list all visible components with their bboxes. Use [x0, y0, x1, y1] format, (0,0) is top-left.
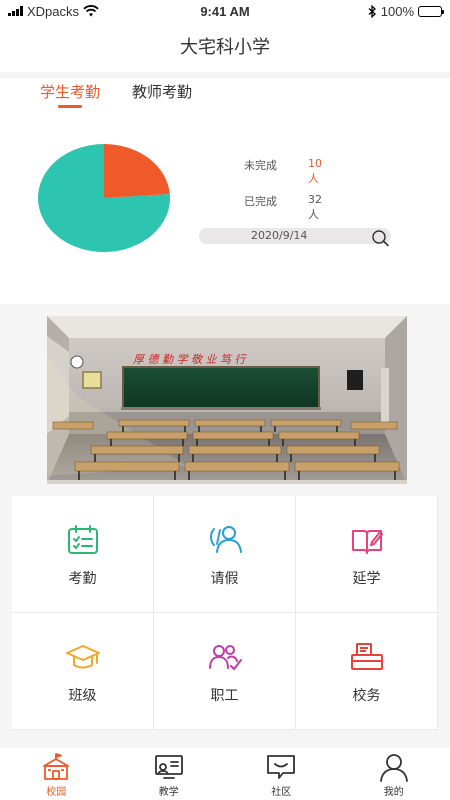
staff-icon	[208, 645, 242, 670]
tab-teacher-attendance[interactable]: 教师考勤	[132, 80, 192, 108]
menu-item-label: 延学	[352, 571, 381, 587]
menu-item-staff[interactable]: 职工	[154, 613, 295, 729]
attendance-icon	[67, 525, 98, 554]
tab-student-attendance[interactable]: 学生考勤	[40, 80, 100, 108]
tabbar-item-profile[interactable]: 我的	[338, 748, 450, 800]
tabbar-label: 我的	[383, 787, 404, 798]
stat-complete-label: 已完成	[244, 195, 277, 208]
bottom-tab-bar: 校园 教学 社区 我的	[0, 748, 450, 800]
attendance-panel: 学生考勤 教师考勤 未完成 10人 已完成 32人 2020/9/14	[0, 78, 450, 304]
page-title: 大宅科小学	[0, 22, 450, 72]
stat-complete-value: 32人	[308, 193, 322, 221]
menu-item-label: 校务	[352, 688, 381, 704]
tabbar-label: 教学	[158, 787, 179, 798]
search-icon[interactable]	[370, 229, 390, 247]
menu-item-label: 职工	[210, 688, 239, 704]
status-time: 9:41 AM	[200, 3, 250, 19]
menu-item-school-affairs[interactable]: 校务	[296, 613, 437, 729]
menu-item-class[interactable]: 班级	[12, 613, 153, 729]
class-icon	[65, 645, 100, 669]
tabbar-label: 校园	[46, 787, 67, 798]
carrier-name: XDpacks	[27, 3, 80, 19]
battery-icon	[418, 5, 444, 17]
leave-icon	[209, 526, 242, 553]
classroom-illustration: 厚 德 勤 学 敬 业 笃 行	[47, 316, 407, 484]
bluetooth-icon	[368, 4, 376, 18]
wifi-icon	[83, 5, 99, 17]
stat-incomplete: 未完成 10人	[244, 157, 322, 185]
tabbar-item-campus[interactable]: 校园	[0, 748, 113, 800]
status-bar: XDpacks 9:41 AM 100%	[0, 0, 450, 22]
profile-icon	[379, 754, 408, 782]
menu-item-label: 班级	[68, 688, 97, 704]
status-right: 100%	[292, 3, 444, 19]
attendance-tabs: 学生考勤 教师考勤	[40, 80, 192, 108]
status-left: XDpacks	[8, 4, 158, 19]
signal-icon	[8, 6, 23, 16]
teaching-icon	[154, 755, 183, 779]
pie-slice-incomplete	[104, 144, 170, 198]
menu-item-extended-study[interactable]: 延学	[296, 496, 437, 612]
extended-study-icon	[351, 530, 383, 554]
svg-text:厚 德 勤 学 敬 业 笃 行: 厚 德 勤 学 敬 业 笃 行	[133, 353, 247, 366]
menu-item-leave[interactable]: 请假	[154, 496, 295, 612]
stat-complete: 已完成 32人	[244, 193, 322, 221]
menu-item-attendance[interactable]: 考勤	[12, 496, 153, 612]
tabbar-item-teaching[interactable]: 教学	[113, 748, 226, 800]
date-picker[interactable]: 2020/9/14	[199, 228, 391, 244]
campus-icon	[43, 753, 70, 780]
tabbar-item-community[interactable]: 社区	[225, 748, 338, 800]
stat-incomplete-value: 10人	[308, 157, 322, 185]
tabbar-label: 社区	[271, 787, 292, 798]
attendance-pie-chart	[38, 144, 170, 252]
menu-item-label: 考勤	[68, 571, 97, 587]
community-icon	[267, 755, 296, 779]
school-affairs-icon	[350, 643, 383, 670]
menu-item-label: 请假	[210, 571, 239, 587]
function-grid: 考勤 请假 延学 班级 职工 校务	[12, 496, 438, 730]
classroom-banner-image: 厚 德 勤 学 敬 业 笃 行	[47, 316, 407, 484]
battery-percent: 100%	[380, 3, 414, 19]
stat-incomplete-label: 未完成	[244, 159, 277, 172]
